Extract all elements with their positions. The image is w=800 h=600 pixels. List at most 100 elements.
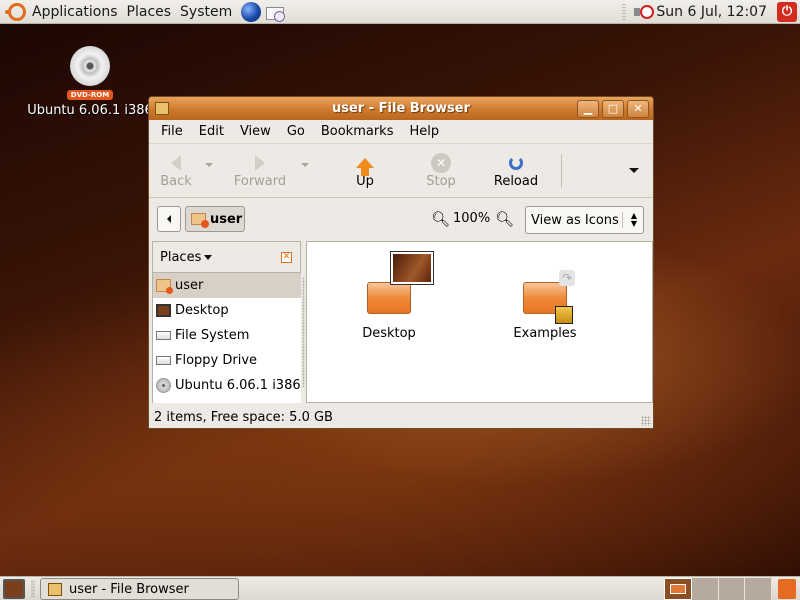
stop-label: Stop bbox=[426, 174, 456, 189]
chevron-left-icon bbox=[167, 215, 171, 223]
window-thumbnail bbox=[669, 584, 686, 594]
pane-resize-handle[interactable] bbox=[302, 277, 305, 387]
path-scroll-left-button[interactable] bbox=[157, 206, 181, 232]
file-item-examples[interactable]: Examples bbox=[495, 277, 595, 341]
ubuntu-logo-icon bbox=[5, 2, 26, 21]
workspace-3[interactable] bbox=[718, 578, 746, 600]
sidebar-item-floppy-drive[interactable]: Floppy Drive bbox=[153, 348, 301, 373]
file-browser-window: user - File Browser ▁ □ ✕ File Edit View… bbox=[148, 96, 654, 429]
main-menu: Applications Places System bbox=[0, 0, 286, 24]
workspace-2[interactable] bbox=[691, 578, 719, 600]
window-resize-grip[interactable] bbox=[641, 416, 651, 426]
desktop-icon bbox=[156, 304, 171, 317]
sidebar-item-desktop[interactable]: Desktop bbox=[153, 298, 301, 323]
sidebar-header: Places ✕ bbox=[152, 241, 301, 273]
power-icon[interactable]: ⏻ bbox=[777, 1, 797, 22]
menu-go[interactable]: Go bbox=[279, 124, 313, 139]
reload-icon bbox=[509, 156, 523, 170]
path-button-label: user bbox=[210, 211, 243, 227]
sidebar-item-label: File System bbox=[175, 328, 250, 343]
show-desktop-icon[interactable] bbox=[3, 579, 25, 599]
zoom-in-icon[interactable]: 🔍︎ bbox=[495, 210, 514, 228]
sidebar-item-label: Floppy Drive bbox=[175, 353, 258, 368]
menu-applications[interactable]: Applications bbox=[30, 4, 125, 20]
sidebar-item-label: Ubuntu 6.06.1 i386 bbox=[175, 378, 301, 393]
trash-icon[interactable] bbox=[778, 579, 796, 599]
menu-edit[interactable]: Edit bbox=[191, 124, 232, 139]
sidebar-mode-dropdown-icon[interactable] bbox=[204, 254, 213, 260]
reload-label: Reload bbox=[493, 174, 539, 189]
stop-icon: ✕ bbox=[431, 153, 451, 173]
home-folder-icon bbox=[191, 213, 209, 228]
dvd-icon bbox=[156, 378, 171, 393]
toolbar-separator bbox=[561, 153, 562, 188]
menu-system[interactable]: System bbox=[178, 4, 239, 20]
zoom-out-icon[interactable]: 🔍︎ bbox=[431, 210, 450, 228]
menubar: File Edit View Go Bookmarks Help bbox=[149, 120, 653, 144]
status-bar: 2 items, Free space: 5.0 GB bbox=[149, 406, 653, 428]
forward-history-dropdown[interactable] bbox=[301, 162, 309, 167]
desktop-icon-dvd[interactable]: DVD-ROM Ubuntu 6.06.1 i386 bbox=[20, 46, 160, 118]
workspace-1[interactable] bbox=[664, 578, 692, 600]
back-history-dropdown[interactable] bbox=[205, 162, 213, 167]
up-arrow-icon bbox=[356, 158, 374, 176]
panel-handle[interactable] bbox=[622, 2, 627, 21]
bottom-panel: user - File Browser bbox=[0, 576, 800, 600]
desktop-emblem-icon bbox=[390, 251, 434, 285]
maximize-button[interactable]: □ bbox=[602, 99, 624, 118]
sidebar-close-icon[interactable]: ✕ bbox=[281, 251, 292, 263]
menu-help[interactable]: Help bbox=[401, 124, 447, 139]
stop-button[interactable]: ✕ Stop bbox=[421, 152, 461, 189]
top-panel: Applications Places System Sun 6 Jul, 12… bbox=[0, 0, 800, 24]
volume-muted-icon[interactable] bbox=[634, 4, 655, 19]
workspace-switcher bbox=[664, 578, 772, 600]
web-browser-icon[interactable] bbox=[241, 1, 262, 22]
status-text: 2 items, Free space: 5.0 GB bbox=[154, 409, 333, 425]
sidebar-title[interactable]: Places bbox=[160, 250, 201, 265]
dvd-badge: DVD-ROM bbox=[66, 90, 114, 100]
spin-arrows-icon: ▲ ▼ bbox=[630, 211, 637, 228]
file-name: Desktop bbox=[362, 326, 416, 341]
file-icon-view: Desktop Examples ↷ bbox=[306, 241, 653, 403]
panel-tray: Sun 6 Jul, 12:07 ⏻ bbox=[622, 0, 800, 24]
sidebar-item-dvd[interactable]: Ubuntu 6.06.1 i386 bbox=[153, 373, 301, 398]
back-button[interactable]: Back bbox=[153, 152, 199, 189]
dvd-icon bbox=[70, 46, 110, 86]
menu-places[interactable]: Places bbox=[125, 4, 179, 20]
sidebar-item-label: user bbox=[175, 278, 204, 293]
home-folder-icon bbox=[156, 279, 173, 294]
panel-handle[interactable] bbox=[31, 580, 35, 598]
up-label: Up bbox=[356, 174, 374, 189]
back-arrow-icon bbox=[171, 155, 181, 171]
forward-arrow-icon bbox=[255, 155, 265, 171]
sidebar-item-user[interactable]: user bbox=[153, 273, 301, 298]
zoom-level[interactable]: 100% bbox=[453, 211, 490, 226]
sidebar-item-file-system[interactable]: File System bbox=[153, 323, 301, 348]
window-titlebar[interactable]: user - File Browser ▁ □ ✕ bbox=[149, 97, 653, 120]
menu-view[interactable]: View bbox=[232, 124, 279, 139]
file-item-desktop[interactable]: Desktop bbox=[339, 277, 439, 341]
sidebar-item-label: Desktop bbox=[175, 303, 229, 318]
close-button[interactable]: ✕ bbox=[627, 99, 649, 118]
desktop-icon-label: Ubuntu 6.06.1 i386 bbox=[27, 103, 153, 118]
mail-client-icon[interactable] bbox=[265, 2, 286, 22]
path-button-user[interactable]: user bbox=[185, 206, 245, 232]
menu-file[interactable]: File bbox=[153, 124, 191, 139]
forward-button[interactable]: Forward bbox=[229, 152, 291, 189]
reload-button[interactable]: Reload bbox=[491, 152, 541, 189]
taskbar-button-file-browser[interactable]: user - File Browser bbox=[40, 578, 239, 600]
clock[interactable]: Sun 6 Jul, 12:07 bbox=[656, 4, 777, 20]
taskbar-button-label: user - File Browser bbox=[69, 581, 189, 597]
workspace-4[interactable] bbox=[745, 578, 772, 600]
file-name: Examples bbox=[513, 326, 577, 341]
places-list: user Desktop File System Floppy Drive Ub… bbox=[152, 273, 301, 403]
location-bar: user 🔍︎ 100% 🔍︎ View as Icons ▲ ▼ bbox=[149, 198, 653, 236]
up-button[interactable]: Up bbox=[345, 152, 385, 189]
sidebar: Places ✕ user Desktop File System Floppy… bbox=[152, 241, 301, 403]
minimize-button[interactable]: ▁ bbox=[577, 99, 599, 118]
toolbar: Back Forward Up ✕ Stop Reload bbox=[149, 144, 653, 198]
menu-bookmarks[interactable]: Bookmarks bbox=[313, 124, 402, 139]
folder-icon bbox=[367, 277, 411, 314]
toolbar-overflow-icon[interactable] bbox=[629, 168, 639, 173]
view-mode-select[interactable]: View as Icons ▲ ▼ bbox=[525, 206, 644, 234]
